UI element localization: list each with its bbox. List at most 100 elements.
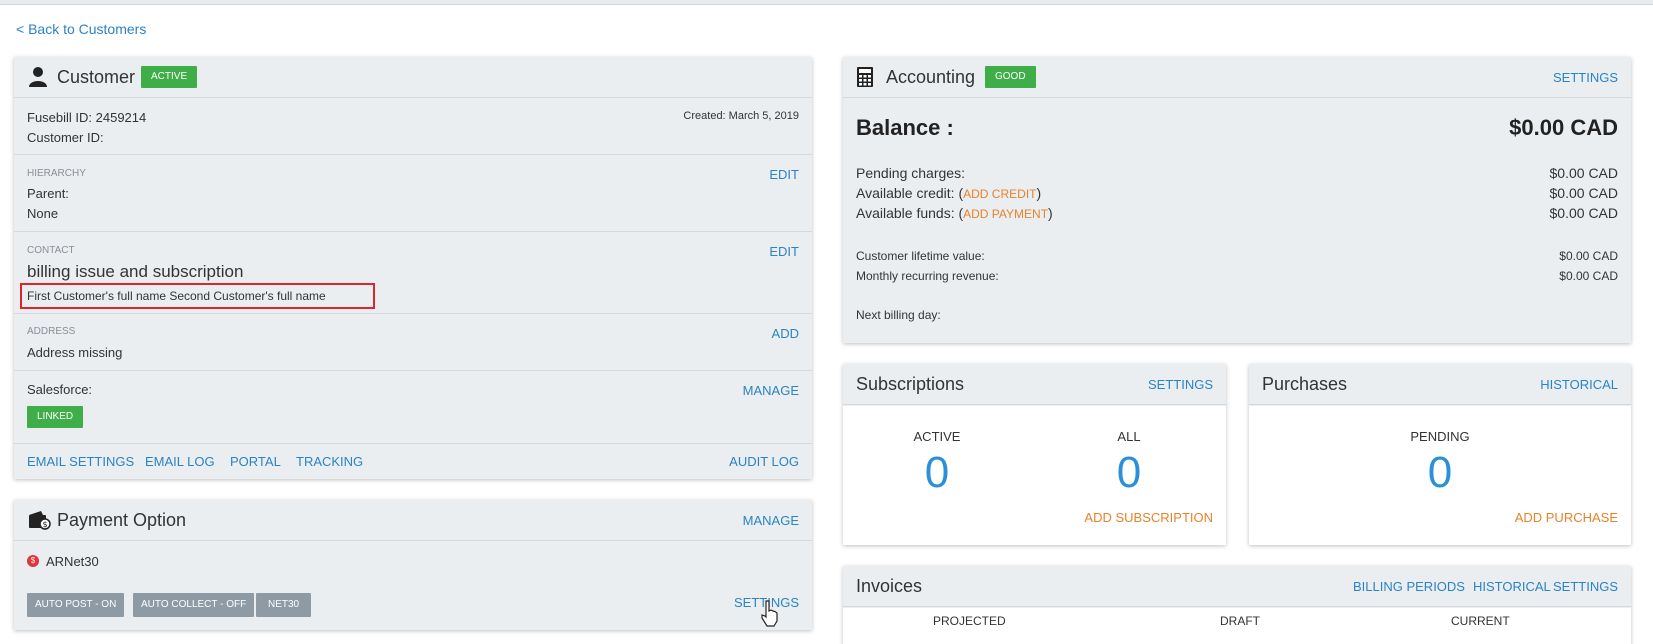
created-date: Created: March 5, 2019 — [683, 110, 799, 122]
salesforce-label: Salesforce: — [27, 382, 93, 397]
payment-method-icon: $ — [27, 555, 39, 567]
balance-label: Balance : — [856, 115, 954, 140]
balance-value: $0.00 CAD — [1509, 115, 1618, 140]
add-purchase-link[interactable]: ADD PURCHASE — [1515, 510, 1618, 525]
invoices-settings-link[interactable]: SETTINGS — [1553, 579, 1618, 594]
address-section: ADDRESS ADD Address missing — [14, 314, 812, 371]
customer-ids-section: Fusebill ID: 2459214 Customer ID: Create… — [14, 98, 812, 155]
pending-charges-value: $0.00 CAD — [1549, 165, 1618, 181]
top-bar — [0, 0, 1653, 5]
hierarchy-label: HIERARCHY — [27, 168, 86, 179]
user-icon — [27, 66, 49, 88]
add-credit-link[interactable]: ADD CREDIT — [963, 187, 1036, 201]
salesforce-linked-badge: LINKED — [27, 406, 84, 428]
mrr-value: $0.00 CAD — [1559, 269, 1618, 283]
customer-status-badge: ACTIVE — [141, 66, 198, 88]
purchases-body: PENDING 0 ADD PURCHASE — [1249, 406, 1631, 545]
payment-manage-link[interactable]: MANAGE — [743, 513, 799, 528]
payment-option-card: $ Payment Option MANAGE $ ARNet30 AUTO P… — [14, 500, 812, 630]
audit-log-link[interactable]: AUDIT LOG — [729, 454, 799, 469]
net30-chip: NET30 — [256, 593, 312, 617]
billing-periods-link[interactable]: BILLING PERIODS — [1353, 579, 1465, 594]
calculator-icon — [856, 66, 878, 88]
contact-section: CONTACT EDIT billing issue and subscript… — [14, 232, 812, 314]
lifetime-value-label: Customer lifetime value: — [856, 249, 985, 263]
payment-method: ARNet30 — [46, 554, 99, 569]
parent-value: None — [27, 206, 59, 221]
contact-edit-link[interactable]: EDIT — [769, 244, 799, 259]
invoices-card: Invoices BILLING PERIODS HISTORICAL SETT… — [843, 566, 1631, 644]
customer-card: Customer ACTIVE Fusebill ID: 2459214 Cus… — [14, 57, 812, 479]
auto-collect-chip: AUTO COLLECT - OFF — [133, 593, 255, 617]
all-subscriptions-label: ALL — [1117, 429, 1141, 444]
available-credit-label: Available credit: ( — [856, 185, 964, 201]
hierarchy-section: HIERARCHY EDIT Parent: None — [14, 155, 812, 232]
auto-post-chip: AUTO POST - ON — [27, 593, 125, 617]
available-credit-close: ) — [1036, 185, 1042, 201]
salesforce-section: Salesforce: MANAGE LINKED — [14, 371, 812, 444]
invoices-historical-link[interactable]: HISTORICAL — [1473, 579, 1551, 594]
add-payment-link[interactable]: ADD PAYMENT — [963, 207, 1048, 221]
invoices-title: Invoices — [856, 576, 923, 596]
portal-link[interactable]: PORTAL — [230, 454, 281, 469]
parent-label: Parent: — [27, 186, 69, 201]
pending-purchases-count[interactable]: 0 — [1380, 448, 1500, 498]
hierarchy-edit-link[interactable]: EDIT — [769, 167, 799, 182]
customer-card-header: Customer ACTIVE — [14, 57, 812, 98]
accounting-status-badge: GOOD — [985, 66, 1036, 88]
all-subscriptions-count[interactable]: 0 — [1069, 448, 1189, 498]
purchases-historical-link[interactable]: HISTORICAL — [1540, 377, 1618, 392]
pending-charges-label: Pending charges: — [856, 165, 965, 181]
draft-column-label: DRAFT — [1220, 614, 1260, 628]
subscriptions-body: ACTIVE 0 ALL 0 ADD SUBSCRIPTION — [843, 406, 1226, 545]
available-funds-value: $0.00 CAD — [1549, 205, 1618, 221]
address-add-link[interactable]: ADD — [772, 326, 799, 341]
subscriptions-header: Subscriptions SETTINGS — [843, 364, 1226, 405]
invoices-header: Invoices BILLING PERIODS HISTORICAL SETT… — [843, 566, 1631, 607]
payment-option-header: $ Payment Option MANAGE — [14, 500, 812, 541]
mrr-label: Monthly recurring revenue: — [856, 269, 999, 283]
subscriptions-title: Subscriptions — [856, 374, 965, 394]
customer-title: Customer — [57, 67, 136, 87]
fusebill-id: Fusebill ID: 2459214 — [27, 110, 147, 125]
payment-option-title: Payment Option — [57, 510, 187, 530]
purchases-header: Purchases HISTORICAL — [1249, 364, 1631, 405]
mouse-cursor-icon — [760, 600, 780, 628]
email-log-link[interactable]: EMAIL LOG — [145, 454, 215, 469]
salesforce-manage-link[interactable]: MANAGE — [743, 383, 799, 398]
available-funds-row: Available funds: (ADD PAYMENT) — [856, 205, 1053, 221]
projected-column-label: PROJECTED — [933, 614, 1006, 628]
purchases-title: Purchases — [1262, 374, 1348, 394]
lifetime-value-value: $0.00 CAD — [1559, 249, 1618, 263]
contact-label: CONTACT — [27, 245, 75, 256]
contact-names: First Customer's full name Second Custom… — [27, 289, 326, 303]
accounting-settings-link[interactable]: SETTINGS — [1553, 70, 1618, 85]
purchases-card: Purchases HISTORICAL PENDING 0 ADD PURCH… — [1249, 364, 1631, 545]
invoices-body: PROJECTED DRAFT CURRENT — [843, 608, 1631, 644]
back-to-customers-link[interactable]: < Back to Customers — [16, 21, 146, 37]
tracking-link[interactable]: TRACKING — [296, 454, 363, 469]
wallet-icon: $ — [27, 509, 51, 531]
accounting-header: Accounting GOOD SETTINGS — [843, 57, 1631, 98]
next-billing-label: Next billing day: — [856, 308, 941, 322]
available-credit-row: Available credit: (ADD CREDIT) — [856, 185, 1041, 201]
available-funds-close: ) — [1048, 205, 1053, 221]
svg-text:$: $ — [42, 520, 47, 529]
accounting-card: Accounting GOOD SETTINGS Balance : $0.00… — [843, 57, 1631, 343]
active-subscriptions-label: ACTIVE — [913, 429, 961, 444]
customer-links-bar: EMAIL SETTINGS EMAIL LOG PORTAL TRACKING… — [14, 444, 812, 479]
available-credit-value: $0.00 CAD — [1549, 185, 1618, 201]
active-subscriptions-count[interactable]: 0 — [877, 448, 997, 498]
current-column-label: CURRENT — [1451, 614, 1510, 628]
address-label: ADDRESS — [27, 326, 76, 337]
address-value: Address missing — [27, 345, 123, 360]
accounting-title: Accounting — [886, 67, 976, 87]
email-settings-link[interactable]: EMAIL SETTINGS — [27, 454, 134, 469]
add-subscription-link[interactable]: ADD SUBSCRIPTION — [1084, 510, 1213, 525]
customer-id: Customer ID: — [27, 130, 104, 145]
available-funds-label: Available funds: ( — [856, 205, 964, 221]
subscriptions-settings-link[interactable]: SETTINGS — [1148, 377, 1213, 392]
pending-purchases-label: PENDING — [1410, 429, 1470, 444]
subscriptions-card: Subscriptions SETTINGS ACTIVE 0 ALL 0 AD… — [843, 364, 1226, 545]
contact-company: billing issue and subscription — [27, 262, 244, 281]
